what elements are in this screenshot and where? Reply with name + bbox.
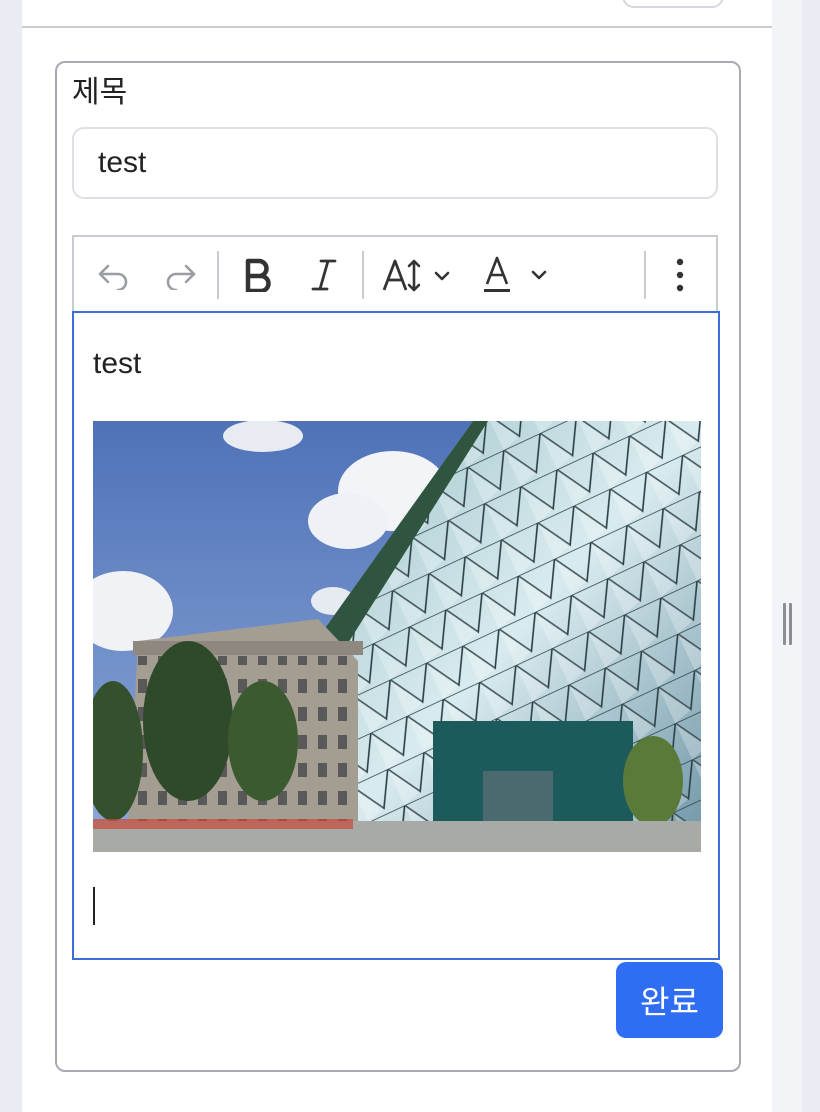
italic-icon[interactable]	[300, 251, 348, 299]
title-input[interactable]	[72, 127, 718, 199]
toolbar-separator	[217, 251, 219, 299]
redo-icon[interactable]	[158, 251, 202, 299]
undo-icon[interactable]	[92, 251, 136, 299]
editor-toolbar	[72, 235, 718, 311]
done-button[interactable]: 완료	[616, 962, 723, 1038]
editor-paragraph[interactable]: test	[93, 347, 141, 381]
toolbar-separator	[644, 251, 646, 299]
text-cursor	[93, 887, 95, 925]
window-edge	[802, 0, 820, 1112]
more-options-icon[interactable]	[660, 251, 700, 299]
font-size-icon[interactable]	[380, 251, 460, 299]
embedded-image[interactable]	[93, 421, 701, 852]
post-form: 제목 test test 완료	[55, 61, 741, 1072]
toolbar-separator	[362, 251, 364, 299]
rich-text-editor: test	[72, 235, 722, 962]
bold-icon[interactable]	[234, 251, 282, 299]
divider	[22, 26, 772, 28]
title-label: 제목	[72, 76, 128, 109]
top-action-button[interactable]	[622, 0, 724, 8]
side-rail	[772, 0, 802, 1112]
editor-content[interactable]: test	[72, 311, 720, 960]
font-color-icon[interactable]	[482, 251, 556, 299]
resize-handle-icon[interactable]	[783, 603, 793, 645]
page: 제목 test test 완료	[22, 0, 772, 1112]
